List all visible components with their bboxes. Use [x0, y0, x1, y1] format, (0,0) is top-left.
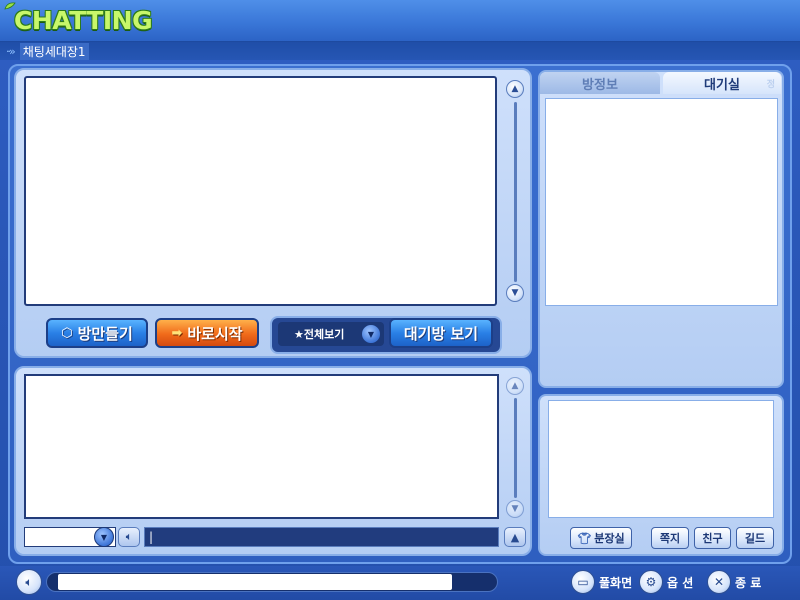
- chat-scroll-down-button[interactable]: ▼: [506, 500, 524, 518]
- guild-button[interactable]: 길드: [736, 527, 774, 549]
- hexagon-icon: ⬡: [61, 325, 73, 341]
- breadcrumb-arrow-icon: ··»: [6, 44, 16, 58]
- speaker-icon: 🔈︎: [125, 530, 133, 543]
- options-label: 옵 션: [667, 575, 694, 590]
- volume-button[interactable]: 🔈︎: [16, 569, 42, 595]
- speaker-icon: 🔈︎: [25, 574, 33, 589]
- tab-waiting-room-label: 대기실: [704, 77, 740, 93]
- waiting-user-list[interactable]: [545, 98, 778, 306]
- voice-button[interactable]: 🔈︎: [118, 527, 140, 547]
- breadcrumb: ··» 채팅세대장1: [0, 42, 800, 60]
- tab-waiting-room[interactable]: 대기실 정: [663, 72, 781, 94]
- waiting-room-view-button[interactable]: 대기방 보기: [389, 318, 493, 348]
- title-bar: CHATTING: [0, 0, 800, 42]
- fullscreen-button[interactable]: ▭ 풀화면: [571, 569, 632, 595]
- room-list-box[interactable]: [24, 76, 497, 306]
- scroll-down-button[interactable]: ▼: [506, 284, 524, 302]
- chevron-down-icon: ▼: [511, 288, 519, 298]
- chatting-logo: CHATTING: [14, 6, 153, 35]
- friend-label: 친구: [702, 532, 723, 545]
- arrow-right-icon: ➡: [171, 325, 183, 341]
- tab-room-info-label: 방정보: [582, 77, 618, 93]
- room-filter-value: ★전체보기: [294, 328, 345, 341]
- fullscreen-label: 풀화면: [599, 575, 633, 590]
- bell-button[interactable]: ▲: [504, 527, 526, 547]
- waiting-room-view-label: 대기방 보기: [403, 324, 479, 343]
- chevron-down-icon: ▼: [100, 532, 108, 542]
- chevron-up-icon: ▲: [511, 84, 519, 94]
- quick-start-button[interactable]: ➡ 바로시작: [155, 318, 259, 348]
- exit-label: 종 료: [735, 575, 762, 590]
- window-icon: ▭: [571, 570, 595, 594]
- gear-icon: ⚙: [639, 570, 663, 594]
- make-room-label: 방만들기: [77, 324, 133, 343]
- scroll-up-button[interactable]: ▲: [506, 80, 524, 98]
- guild-label: 길드: [744, 532, 766, 545]
- chevron-down-icon: ▼: [511, 504, 519, 514]
- chat-scroll-up-button[interactable]: ▲: [506, 377, 524, 395]
- bell-icon: ▲: [510, 530, 520, 544]
- make-room-button[interactable]: ⬡ 방만들기: [46, 318, 148, 348]
- chat-target-dropdown-button[interactable]: ▼: [94, 527, 114, 547]
- chat-scrollbar[interactable]: ▲ ▼: [503, 376, 525, 520]
- tab-room-info[interactable]: 방정보: [540, 72, 660, 94]
- close-icon: ✕: [707, 570, 731, 594]
- chat-input[interactable]: |: [144, 527, 499, 547]
- options-button[interactable]: ⚙ 옵 션: [639, 569, 693, 595]
- friend-button[interactable]: 친구: [694, 527, 731, 549]
- dressing-room-button[interactable]: 👕︎ 분장실: [570, 527, 632, 549]
- chat-scroll-track[interactable]: [514, 398, 517, 498]
- message-label: 쪽지: [659, 532, 681, 545]
- exit-button[interactable]: ✕ 종 료: [707, 569, 761, 595]
- chevron-up-icon: ▲: [511, 381, 519, 391]
- dressing-room-label: 분장실: [594, 532, 625, 545]
- tab-ghost-text: 정: [766, 79, 775, 90]
- chevron-down-icon: ▼: [367, 329, 375, 339]
- filter-dropdown-button[interactable]: ▼: [361, 324, 381, 344]
- breadcrumb-room-name: 채팅세대장1: [19, 42, 89, 60]
- quick-start-label: 바로시작: [187, 324, 243, 343]
- message-button[interactable]: 쪽지: [651, 527, 689, 549]
- scroll-track[interactable]: [514, 102, 517, 282]
- shirt-icon: 👕︎: [577, 531, 592, 545]
- notice-bar: [58, 574, 452, 590]
- chat-log[interactable]: [24, 374, 499, 519]
- room-list-scrollbar[interactable]: ▲ ▼: [503, 78, 525, 306]
- user-profile-box: [548, 400, 774, 518]
